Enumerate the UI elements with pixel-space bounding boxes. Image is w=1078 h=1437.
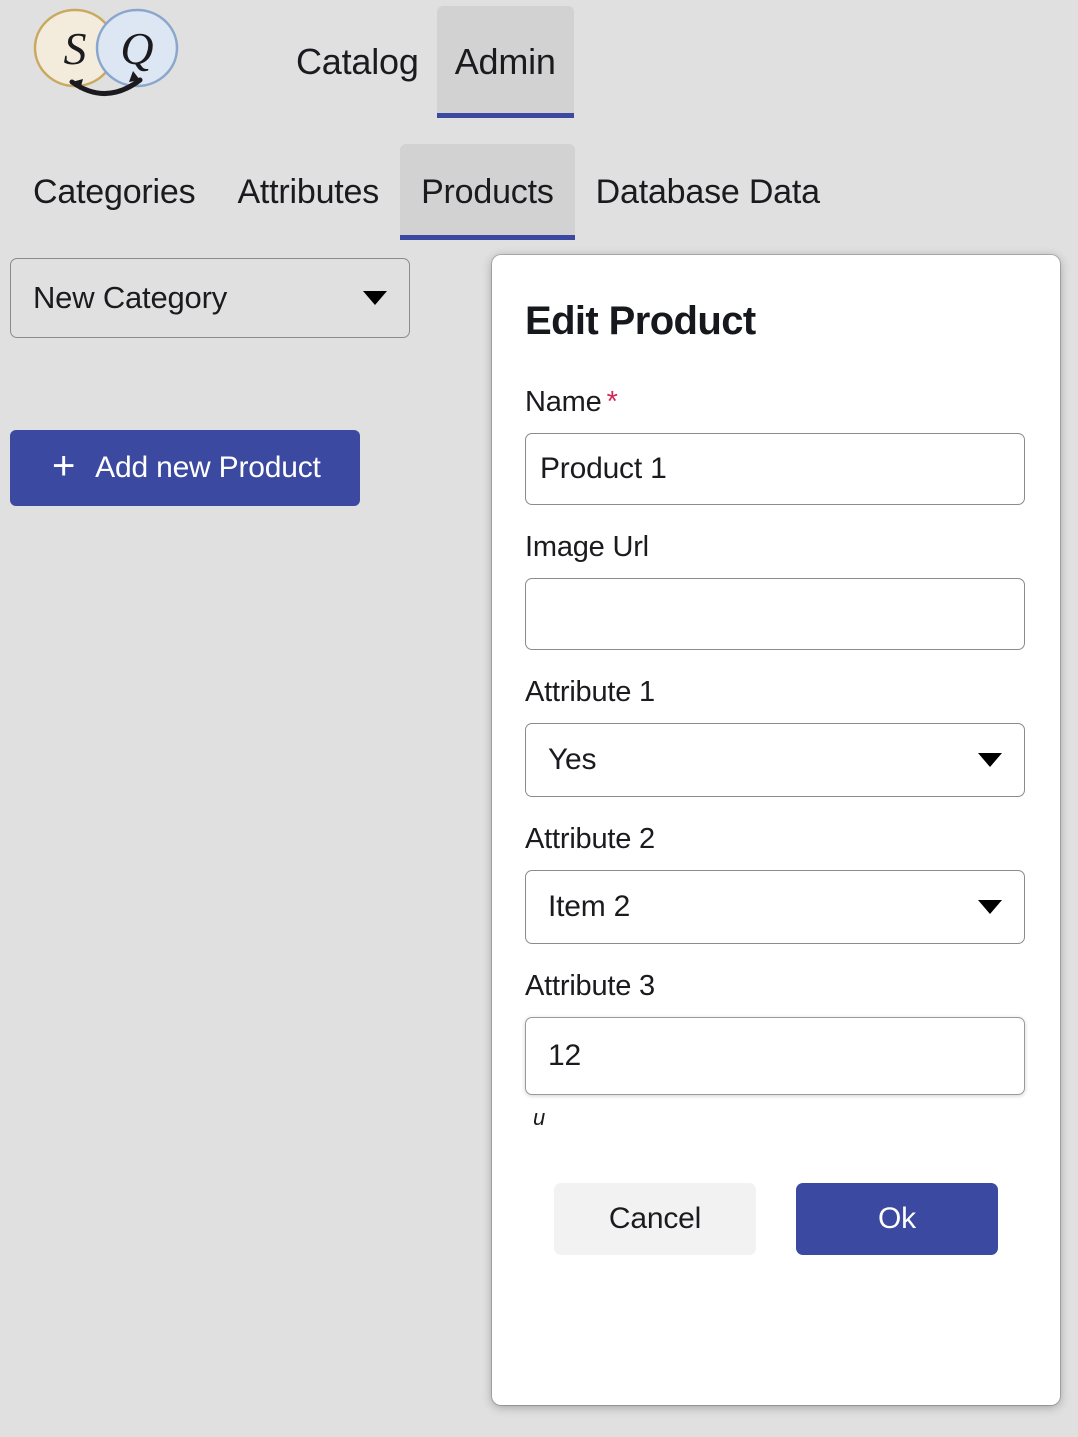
tab-catalog-label: Catalog	[296, 41, 419, 82]
tab-catalog[interactable]: Catalog	[278, 6, 437, 118]
ok-button[interactable]: Ok	[796, 1183, 998, 1255]
attribute-1-select[interactable]: Yes	[525, 723, 1025, 797]
field-attribute-3-label: Attribute 3	[525, 970, 655, 1002]
image-url-input[interactable]	[525, 578, 1025, 650]
field-attribute-2-label: Attribute 2	[525, 823, 655, 855]
attribute-2-value: Item 2	[548, 890, 631, 923]
attribute-1-value: Yes	[548, 743, 597, 776]
field-attribute-1-label: Attribute 1	[525, 676, 655, 708]
subtab-products-label: Products	[421, 173, 554, 211]
subtab-attributes-label: Attributes	[237, 173, 380, 211]
add-new-product-label: Add new Product	[95, 451, 321, 484]
product-name-input[interactable]	[525, 433, 1025, 505]
chevron-down-icon	[978, 900, 1002, 914]
category-select-value: New Category	[33, 280, 228, 315]
tab-admin-label: Admin	[454, 41, 556, 82]
top-navigation-bar: S Q Catalog Admin	[0, 0, 1078, 118]
dialog-actions: Cancel Ok	[525, 1183, 1027, 1255]
chevron-down-icon	[978, 753, 1002, 767]
chevron-down-icon	[363, 291, 387, 305]
field-attribute-3: Attribute 3 u	[525, 970, 1027, 1131]
subtab-database-data-label: Database Data	[595, 173, 820, 211]
subtab-attributes[interactable]: Attributes	[216, 144, 400, 240]
subtab-products[interactable]: Products	[400, 144, 575, 240]
field-name: Name *	[525, 386, 1027, 505]
subtab-categories-label: Categories	[33, 173, 196, 211]
sub-navigation-bar: Categories Attributes Products Database …	[0, 136, 1078, 240]
cancel-button[interactable]: Cancel	[554, 1183, 756, 1255]
plus-icon: +	[52, 444, 76, 488]
edit-product-dialog: Edit Product Name* Image Url Attribute 1…	[492, 255, 1060, 1405]
field-image-url: Image Url	[525, 531, 1027, 650]
required-asterisk-icon: *	[606, 386, 618, 418]
logo-svg: S Q	[33, 8, 179, 96]
tab-admin[interactable]: Admin	[436, 6, 574, 118]
add-new-product-button[interactable]: + Add new Product	[10, 430, 360, 506]
attribute-3-hint: u	[533, 1105, 546, 1130]
category-select[interactable]: New Category	[10, 258, 410, 338]
attribute-2-select[interactable]: Item 2	[525, 870, 1025, 944]
logo-letter-q: Q	[120, 23, 153, 74]
subtab-database-data[interactable]: Database Data	[575, 144, 841, 240]
field-image-url-label: Image Url	[525, 531, 649, 563]
logo-letter-s: S	[64, 23, 87, 74]
subtab-categories[interactable]: Categories	[12, 144, 216, 240]
field-attribute-1: Attribute 1 Yes	[525, 676, 1027, 797]
field-name-label: Name *	[525, 386, 1027, 419]
attribute-3-input[interactable]	[525, 1017, 1025, 1095]
field-name-label-text: Name	[525, 386, 602, 418]
dialog-title: Edit Product	[525, 299, 756, 343]
top-tab-list: Catalog Admin	[278, 0, 574, 118]
left-panel: New Category + Add new Product	[0, 258, 460, 506]
field-attribute-2: Attribute 2 Item 2	[525, 823, 1027, 944]
app-logo: S Q	[22, 4, 192, 104]
